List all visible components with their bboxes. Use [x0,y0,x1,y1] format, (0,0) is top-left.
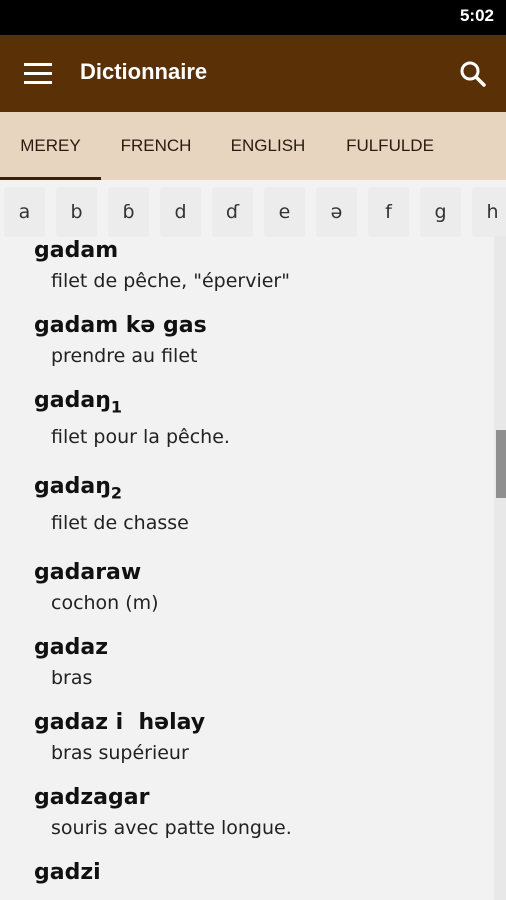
gloss: cochon (m) [51,592,159,615]
headword: gadaz i həlay [34,710,206,735]
headword: gadaraw [34,560,142,585]
letter-button[interactable]: ɗ [212,187,253,237]
letter-button[interactable]: h [472,187,506,237]
list-item[interactable]: gadaraw cochon (m) [34,560,159,614]
language-tab-bar: MEREY FRENCH ENGLISH FULFULDE [0,112,506,180]
tab-fulfulde[interactable]: FULFULDE [325,112,455,180]
letter-button[interactable]: a [4,187,45,237]
status-time: 5:02 [459,6,494,25]
letter-button[interactable]: d [160,187,201,237]
letter-button[interactable]: ə [316,187,357,237]
menu-icon[interactable] [24,63,52,85]
list-item[interactable]: gadzi [34,860,101,892]
status-bar: 5:02 [0,0,506,35]
gloss: filet de pêche, "épervier" [51,270,290,293]
headword: gadzi [34,860,101,885]
list-item[interactable]: gadaz i həlay bras supérieur [34,710,205,764]
alphabet-bar: a b ɓ d ɗ e ə f g h [0,180,506,242]
list-item[interactable]: gadam filet de pêche, "épervier" [34,238,290,292]
list-item[interactable]: gadzagar souris avec patte longue. [34,785,292,839]
entry-list: gadam filet de pêche, "épervier" gadam k… [0,236,494,900]
scrollbar-thumb[interactable] [496,430,506,498]
tab-label: FRENCH [120,136,192,155]
list-item[interactable]: gadam kə gas prendre au filet [34,313,207,367]
gloss: souris avec patte longue. [51,817,292,840]
headword: gadzagar [34,785,150,810]
letter-button[interactable]: b [56,187,97,237]
gloss: bras supérieur [51,742,189,765]
tab-label: MEREY [20,136,81,155]
gloss: filet de chasse [51,512,189,535]
tab-label: ENGLISH [230,136,306,155]
list-item[interactable]: gadaŋ2 filet de chasse [34,474,189,534]
headword: gadam kə gas [34,313,207,338]
letter-button[interactable]: g [420,187,461,237]
tab-french[interactable]: FRENCH [101,112,211,180]
page-title: Dictionnaire [80,59,208,84]
gloss: prendre au filet [51,345,198,368]
headword: gadaz [34,635,108,660]
list-item[interactable]: gadaz bras [34,635,108,689]
headword: gadaŋ1 [34,388,122,417]
list-item[interactable]: gadaŋ1 filet pour la pêche. [34,388,230,448]
letter-button[interactable]: e [264,187,305,237]
letter-button[interactable]: f [368,187,409,237]
tab-label: FULFULDE [346,136,434,155]
search-icon[interactable] [458,59,488,89]
tab-merey[interactable]: MEREY [0,112,101,180]
gloss: bras [51,667,93,690]
headword: gadaŋ2 [34,474,122,503]
headword: gadam [34,238,119,263]
app-bar: Dictionnaire [0,35,506,112]
scrollbar-track[interactable] [494,236,506,900]
letter-button[interactable]: ɓ [108,187,149,237]
gloss: filet pour la pêche. [51,426,230,449]
tab-english[interactable]: ENGLISH [211,112,325,180]
